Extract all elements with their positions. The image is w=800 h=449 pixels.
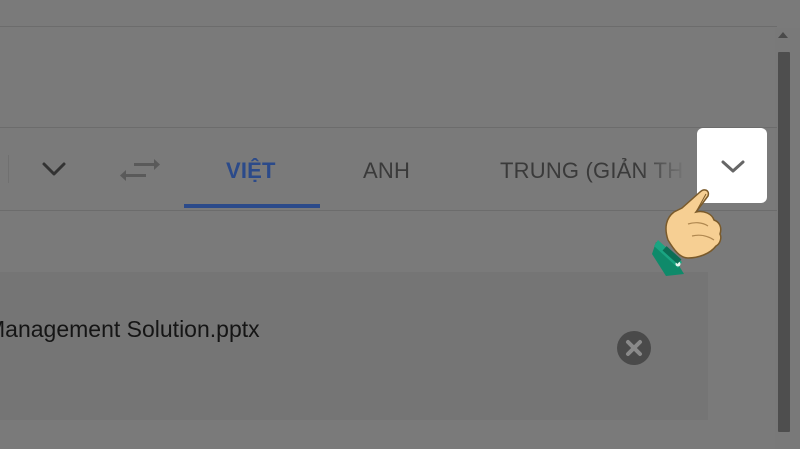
active-tab-indicator — [184, 204, 320, 208]
tab-anh[interactable]: ANH — [363, 158, 410, 184]
tab-viet[interactable]: VIỆT — [226, 158, 276, 184]
chevron-down-icon — [721, 160, 745, 173]
top-divider — [0, 26, 777, 27]
remove-file-button[interactable] — [617, 331, 651, 365]
file-name: Management Solution.pptx — [0, 316, 260, 342]
source-language-dropdown-icon[interactable] — [40, 158, 68, 180]
uploaded-file-card: Management Solution.pptx — [0, 272, 708, 420]
scroll-up-arrow-icon[interactable] — [778, 32, 788, 38]
pointing-hand-icon — [652, 189, 722, 276]
scrollbar-thumb[interactable] — [778, 52, 790, 432]
swap-arrows-icon[interactable] — [120, 157, 160, 185]
divider — [8, 155, 9, 183]
close-icon — [626, 340, 642, 356]
